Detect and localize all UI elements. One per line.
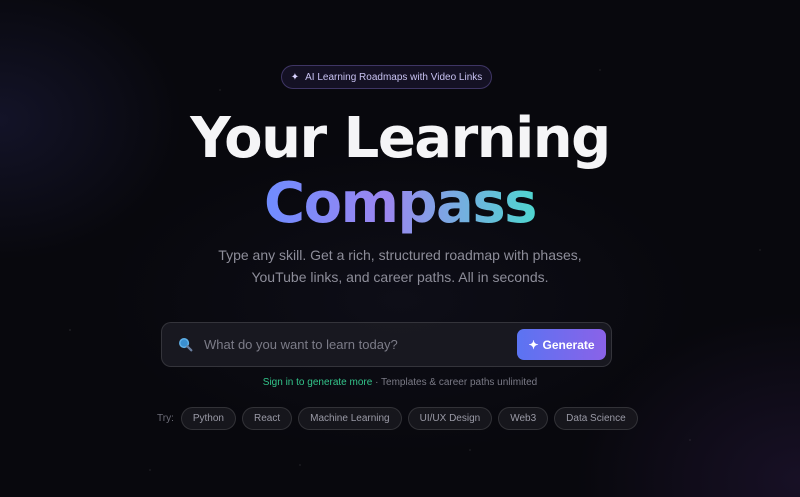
feature-badge-label: AI Learning Roadmaps with Video Links — [305, 71, 483, 83]
suggestion-label: Try: — [157, 413, 174, 424]
hero-title-gradient-text: Compass — [264, 171, 537, 236]
hero-title-line1: Your Learning — [190, 106, 611, 171]
search-bar: ✦ Generate — [161, 322, 612, 367]
suggestion-chip-machine-learning[interactable]: Machine Learning — [298, 407, 402, 430]
suggestion-chip-react[interactable]: React — [242, 407, 293, 430]
generate-button-label: Generate — [542, 337, 595, 352]
feature-badge: ✦ AI Learning Roadmaps with Video Links — [281, 65, 492, 89]
suggestion-chip-data-science[interactable]: Data Science — [554, 407, 638, 430]
note-separator: · — [372, 377, 382, 388]
hero-subtitle-line2: YouTube links, and career paths. All in … — [251, 269, 549, 285]
suggestion-row: Try: Python React Machine Learning UI/UX… — [157, 407, 638, 430]
suggestion-chip-web3[interactable]: Web3 — [498, 407, 549, 430]
skill-search-input[interactable] — [204, 337, 517, 352]
hero-subtitle-line1: Type any skill. Get a rich, structured r… — [218, 247, 582, 263]
hero-subtitle: Type any skill. Get a rich, structured r… — [0, 244, 800, 288]
hero-title-line2: Compass — [0, 170, 800, 238]
sparkle-icon: ✦ — [528, 337, 539, 352]
search-icon — [177, 337, 193, 353]
usage-note: Sign in to generate more · Templates & c… — [0, 377, 800, 388]
note-text: Templates & career paths unlimited — [381, 377, 538, 388]
suggestion-chip-python[interactable]: Python — [180, 407, 236, 430]
suggestion-chip-ui-ux-design[interactable]: UI/UX Design — [407, 407, 493, 430]
generate-button[interactable]: ✦ Generate — [517, 329, 606, 360]
sparkle-icon: ✦ — [290, 71, 300, 83]
sign-in-link[interactable]: Sign in to generate more — [263, 377, 373, 388]
hero-section: ✦ AI Learning Roadmaps with Video Links … — [0, 0, 800, 497]
